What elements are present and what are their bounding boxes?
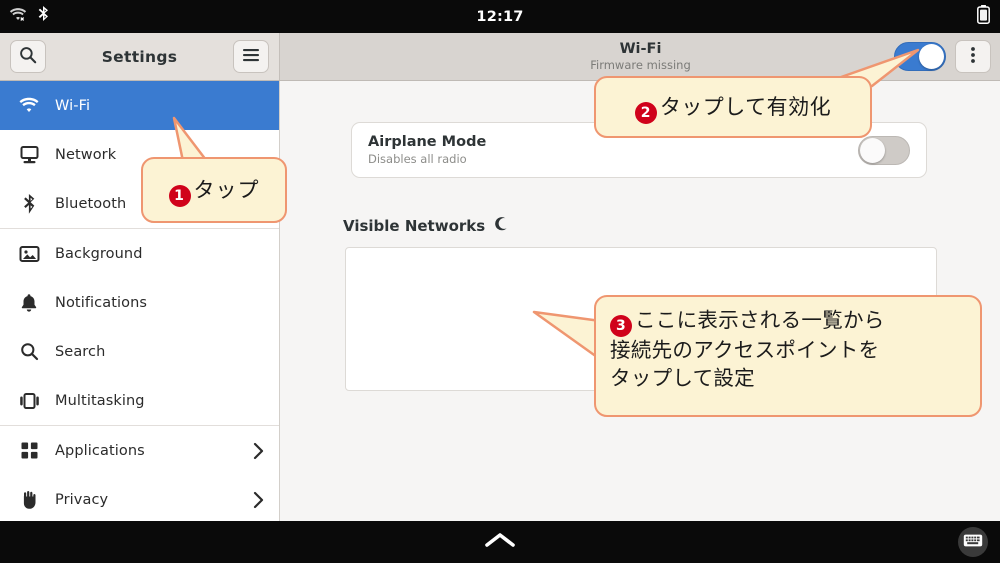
airplane-mode-text: Airplane Mode Disables all radio (368, 134, 486, 166)
loading-spinner-icon (493, 215, 510, 236)
callout-3-number: 3 (610, 315, 632, 337)
battery-icon (977, 5, 990, 28)
callout-1-text: 1 タップ (168, 174, 260, 207)
sidebar-item-applications[interactable]: Applications (0, 426, 279, 475)
show-apps-button[interactable] (0, 521, 1000, 563)
page-title: Wi-Fi (619, 40, 662, 57)
app-title: Settings (101, 47, 178, 66)
chevron-up-icon (484, 531, 516, 553)
callout-2-number: 2 (634, 101, 657, 124)
callout-1-body: タップ (193, 177, 260, 202)
airplane-mode-toggle-knob (860, 137, 885, 163)
airplane-mode-title: Airplane Mode (368, 134, 487, 151)
visible-networks-heading: Visible Networks (343, 215, 510, 236)
sidebar-item-label: Network (55, 146, 117, 163)
menu-button[interactable] (233, 40, 269, 73)
sidebar-item-multitasking[interactable]: Multitasking (0, 376, 279, 425)
airplane-mode-toggle[interactable] (858, 135, 910, 165)
page-subtitle: Firmware missing (590, 58, 691, 73)
sidebar-item-label: Background (55, 245, 143, 262)
callout-2: 2 タップして有効化 (594, 76, 872, 138)
visible-networks-label: Visible Networks (343, 216, 486, 235)
wifi-icon (14, 93, 44, 119)
sidebar-item-label: Bluetooth (55, 195, 127, 212)
keyboard-icon (963, 533, 983, 552)
three-dots-vertical-icon (970, 45, 976, 69)
sidebar-item-label: Privacy (55, 491, 109, 508)
callout-3-line2: 接続先のアクセスポイントを (610, 338, 880, 362)
overflow-menu-button[interactable] (955, 40, 991, 73)
callout-1: 1 タップ (141, 157, 287, 223)
callout-3-line3: タップして設定 (610, 365, 755, 390)
sidebar-item-background[interactable]: Background (0, 229, 279, 278)
callout-2-text: 2 タップして有効化 (634, 91, 832, 124)
hamburger-menu-icon (242, 47, 260, 66)
picture-icon (14, 241, 44, 267)
sidebar-item-label: Multitasking (55, 392, 145, 409)
airplane-mode-subtitle: Disables all radio (368, 151, 467, 166)
status-right-icons (977, 0, 990, 33)
chevron-right-icon (253, 442, 265, 460)
callout-3: 3 ここに表示される一覧から 接続先のアクセスポイントを タップして設定 (594, 295, 982, 417)
bottom-navigation-bar (0, 521, 1000, 563)
sidebar-item-wifi[interactable]: Wi-Fi (0, 81, 279, 130)
sidebar[interactable]: Wi-Fi Network Bluetooth Background Notif… (0, 81, 280, 521)
search-icon (14, 339, 44, 365)
bluetooth-icon (14, 191, 44, 217)
callout-3-line1: 3 ここに表示される一覧から (610, 307, 980, 337)
search-icon (19, 46, 37, 68)
keyboard-button[interactable] (958, 527, 988, 557)
sidebar-item-label: Notifications (55, 294, 148, 311)
chevron-right-icon (253, 491, 265, 509)
device-screen: 12:17 Settings Wi-Fi Firmware missing Wi… (0, 0, 1000, 563)
sidebar-item-notifications[interactable]: Notifications (0, 278, 279, 327)
grid-apps-icon (14, 438, 44, 464)
multitasking-icon (14, 388, 44, 414)
sidebar-item-label: Applications (55, 442, 145, 459)
sidebar-header: Settings (0, 33, 280, 80)
sidebar-item-search[interactable]: Search (0, 327, 279, 376)
hand-icon (14, 487, 44, 513)
bell-icon (14, 290, 44, 316)
status-bar: 12:17 (0, 0, 1000, 33)
sidebar-item-label: Search (55, 343, 106, 360)
status-clock: 12:17 (476, 8, 524, 25)
sidebar-item-privacy[interactable]: Privacy (0, 475, 279, 521)
sidebar-item-label: Wi-Fi (55, 97, 91, 114)
callout-2-body: タップして有効化 (659, 94, 832, 119)
network-monitor-icon (14, 142, 44, 168)
callout-1-number: 1 (168, 184, 191, 207)
search-button[interactable] (10, 40, 46, 73)
callout-3-body1: ここに表示される一覧から (635, 308, 885, 332)
